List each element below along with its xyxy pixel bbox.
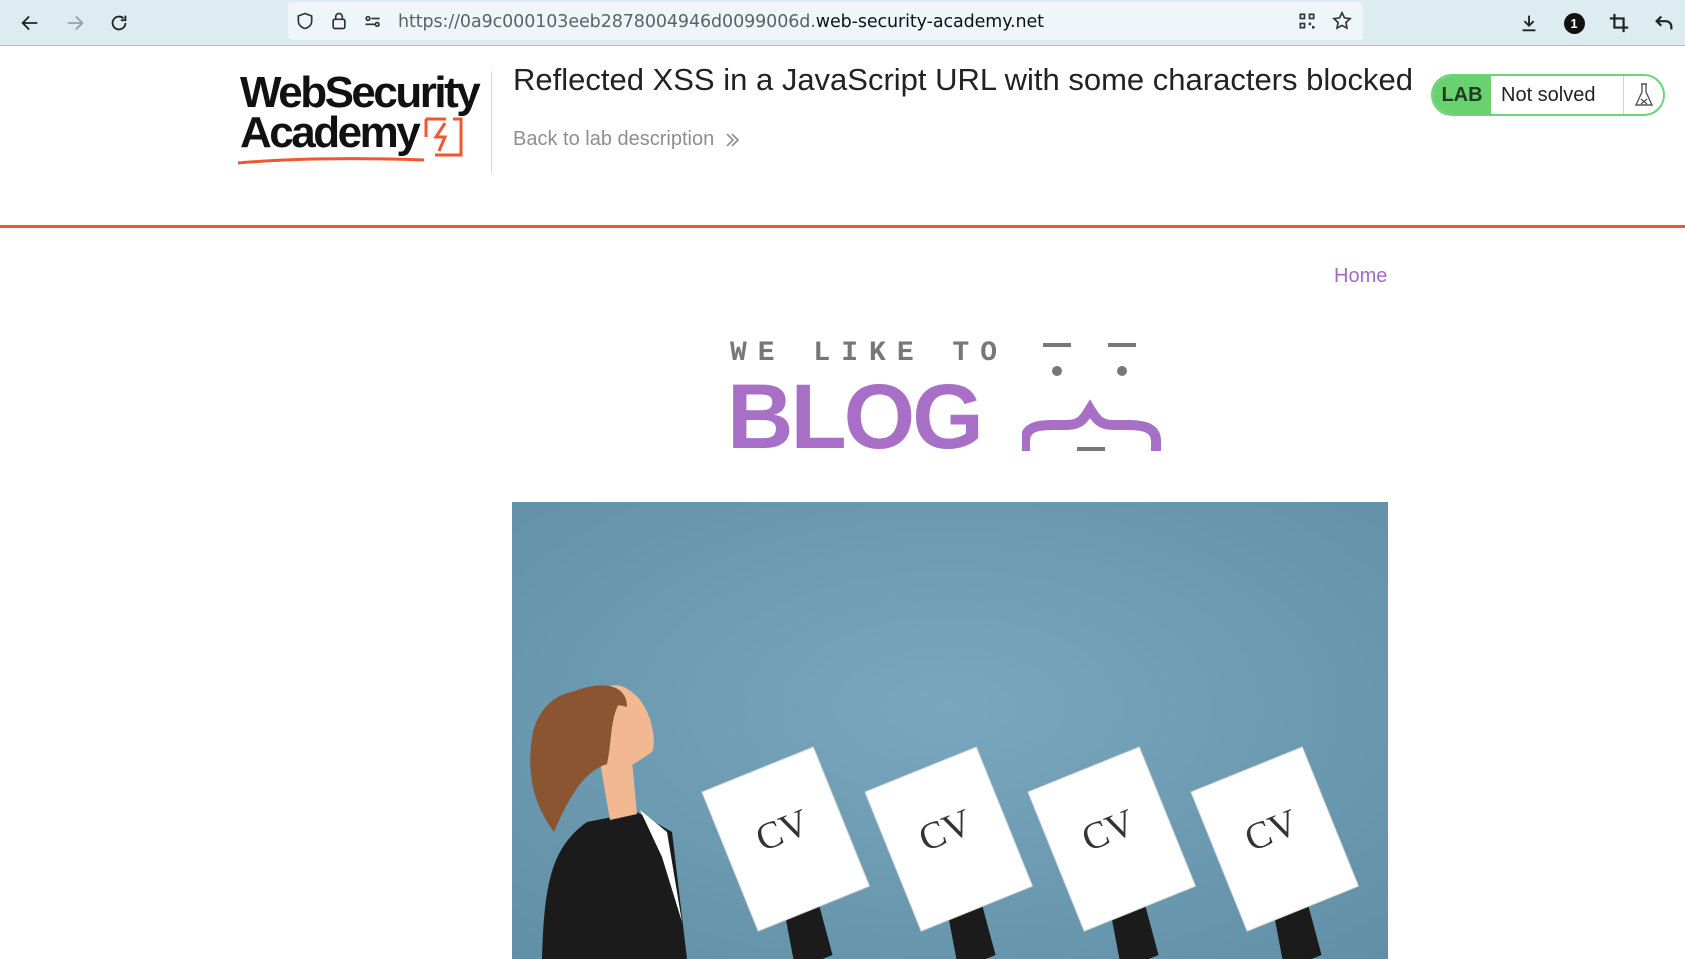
back-arrow-icon[interactable] <box>13 6 47 40</box>
bookmark-star-icon[interactable] <box>1331 10 1353 32</box>
lock-icon[interactable] <box>328 10 350 32</box>
url-text[interactable]: https://0a9c000103eeb2878004946d0099006d… <box>398 12 1044 32</box>
cv-illustration: CV CV CV CV <box>512 502 1388 959</box>
lab-status-text: Not solved <box>1501 83 1596 106</box>
home-link[interactable]: Home <box>1334 265 1387 288</box>
logo-underline-icon <box>237 157 425 165</box>
lab-header: WebSecurity Academy Reflected XSS in a J… <box>0 46 1685 228</box>
double-chevron-right-icon <box>726 132 740 147</box>
permissions-icon[interactable] <box>362 10 384 32</box>
web-security-academy-logo[interactable]: WebSecurity Academy <box>237 68 490 168</box>
lab-title: Reflected XSS in a JavaScript URL with s… <box>513 62 1413 97</box>
shield-icon[interactable] <box>294 10 316 32</box>
url-prefix: https://0a9c000103eeb2878004946d0099006d… <box>398 12 816 32</box>
logo-lightning-icon <box>424 117 463 157</box>
extension-badge-count: 1 <box>1563 12 1585 34</box>
undo-icon[interactable] <box>1647 6 1681 40</box>
download-icon[interactable] <box>1512 6 1546 40</box>
lab-tag: LAB <box>1433 76 1491 114</box>
forward-arrow-icon[interactable] <box>58 6 92 40</box>
blog-post-image[interactable]: CV CV CV CV <box>512 502 1388 959</box>
header-divider <box>491 71 492 173</box>
flask-icon <box>1623 76 1663 114</box>
reload-icon[interactable] <box>102 6 136 40</box>
back-link-label: Back to lab description <box>513 128 715 150</box>
lab-status-widget: LAB Not solved <box>1431 74 1665 116</box>
address-bar[interactable]: https://0a9c000103eeb2878004946d0099006d… <box>288 2 1363 40</box>
banner-face-icon <box>1022 343 1161 451</box>
back-to-lab-description-link[interactable]: Back to lab description <box>513 128 740 151</box>
blog-banner: WE LIKE TO BLOG <box>727 335 1187 468</box>
extension-badge-icon[interactable]: 1 <box>1557 6 1591 40</box>
banner-top-text: WE LIKE TO <box>730 338 1009 369</box>
url-host: web-security-academy.net <box>815 12 1044 32</box>
browser-toolbar: https://0a9c000103eeb2878004946d0099006d… <box>0 0 1685 46</box>
crop-icon[interactable] <box>1602 6 1636 40</box>
banner-main-text: BLOG <box>727 366 984 468</box>
logo-line2: Academy <box>240 108 421 157</box>
qr-code-icon[interactable] <box>1296 10 1318 32</box>
